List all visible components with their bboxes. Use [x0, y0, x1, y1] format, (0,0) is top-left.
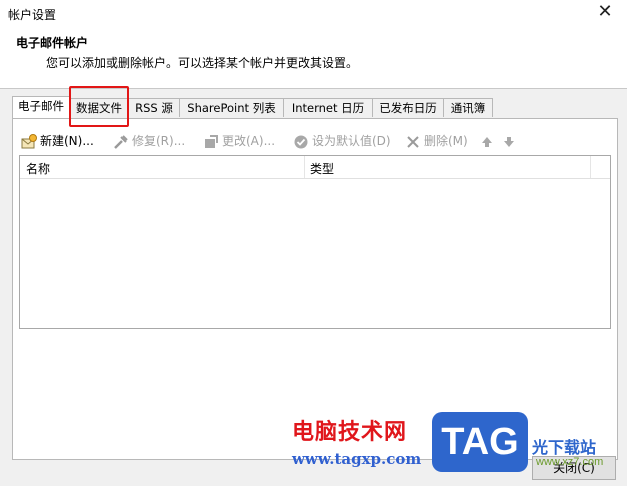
- set-default-label: 设为默认值(D): [312, 134, 391, 148]
- watermark-site-url: www.xz7.com: [536, 456, 604, 468]
- section-description: 您可以添加或删除帐户。可以选择某个帐户并更改其设置。: [46, 56, 359, 70]
- tab-email[interactable]: 电子邮件: [12, 96, 70, 118]
- repair-label: 修复(R)...: [132, 134, 186, 148]
- delete-icon: [407, 135, 419, 148]
- column-header-type[interactable]: 类型: [310, 160, 334, 177]
- change-button[interactable]: 更改(A)...: [203, 131, 275, 151]
- move-down-button[interactable]: [501, 131, 520, 151]
- move-up-icon: [482, 136, 492, 147]
- tab-published-calendars[interactable]: 已发布日历: [372, 98, 444, 117]
- title-bar: 帐户设置 ✕: [0, 0, 627, 26]
- column-divider[interactable]: [304, 156, 305, 178]
- delete-button[interactable]: 删除(M): [405, 131, 468, 151]
- watermark-url: www.tagxp.com: [292, 450, 422, 468]
- list-header: 名称 类型: [20, 156, 610, 179]
- repair-button[interactable]: 修复(R)...: [113, 131, 185, 151]
- email-accounts-panel: 新建(N)... 修复(R)... 更改(A)... 设为默认值(D) 删除(M…: [12, 118, 618, 460]
- header-section: 电子邮件帐户 您可以添加或删除帐户。可以选择某个帐户并更改其设置。: [0, 26, 627, 89]
- change-icon: [205, 134, 218, 148]
- watermark: 电脑技术网 www.tagxp.com TAG 光下载站 www.xz7.com: [292, 412, 622, 482]
- watermark-cn-text: 电脑技术网: [292, 420, 408, 445]
- watermark-logo: TAG: [432, 412, 528, 472]
- column-divider-end[interactable]: [590, 156, 591, 178]
- change-label: 更改(A)...: [222, 134, 276, 148]
- delete-label: 删除(M): [424, 134, 468, 148]
- tab-rss-feeds[interactable]: RSS 源: [128, 98, 180, 117]
- new-account-icon: [21, 133, 37, 148]
- tab-highlight-box: [69, 86, 129, 127]
- tab-address-books[interactable]: 通讯簿: [443, 98, 493, 117]
- tab-internet-calendars[interactable]: Internet 日历: [283, 98, 373, 117]
- repair-icon: [114, 134, 128, 149]
- set-default-icon: [294, 135, 308, 148]
- watermark-site-text: 光下载站: [532, 438, 597, 457]
- new-button[interactable]: 新建(N)...: [21, 131, 94, 151]
- section-title: 电子邮件帐户: [16, 36, 89, 50]
- new-label: 新建(N)...: [40, 134, 94, 148]
- column-header-name[interactable]: 名称: [26, 160, 50, 177]
- move-up-button[interactable]: [479, 131, 498, 151]
- tab-sharepoint-lists[interactable]: SharePoint 列表: [179, 98, 284, 117]
- set-default-button[interactable]: 设为默认值(D): [293, 131, 391, 151]
- window-title: 帐户设置: [8, 8, 57, 22]
- accounts-list[interactable]: 名称 类型: [19, 155, 611, 329]
- close-icon[interactable]: ✕: [595, 2, 615, 22]
- move-down-icon: [504, 136, 514, 147]
